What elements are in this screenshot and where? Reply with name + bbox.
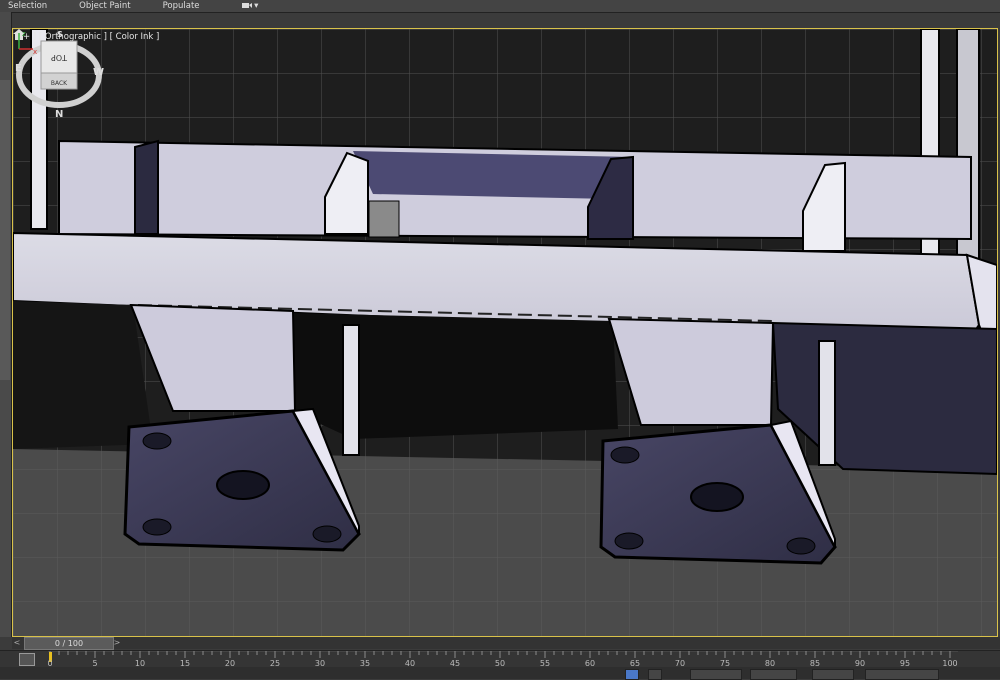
status-bar [0,667,1000,680]
viewcube-top-label: TOP [51,53,68,62]
left-command-strip [0,12,12,637]
compass-east-label: E [15,63,22,74]
time-slider-thumb[interactable]: 0 / 100 [24,637,114,650]
time-prev-button[interactable]: < [12,637,22,649]
dropdown-arrow-icon: ▾ [254,1,259,11]
x-coordinate-field[interactable] [690,669,742,680]
tab-selection[interactable]: Selection [8,1,47,11]
compass-north-label: N [55,109,63,120]
absolute-mode-icon[interactable] [648,669,662,680]
lock-selection-icon[interactable] [625,669,639,680]
ribbon-tabs: Selection Object Paint Populate ▾ [0,0,1000,13]
perspective-viewport[interactable]: [ + ] [ Orthographic ] [ Color Ink ] TOP… [12,28,998,637]
ribbon-options-dropdown[interactable]: ▾ [241,1,259,11]
compass-south-label: S [57,30,63,39]
viewport-scene [13,29,997,636]
track-bar[interactable]: 0 5 10 15 20 25 30 35 40 45 50 55 60 65 70 75 80 85 90 95 10… [0,650,1000,668]
camera-icon [241,3,252,8]
tab-object-paint[interactable]: Object Paint [79,1,130,11]
compass-west-label: W [93,67,104,78]
axis-tripod-icon: z x [18,30,37,55]
axis-x-label: x [33,48,37,55]
viewcube-back-label: BACK [51,80,68,87]
axis-z-label: z [22,30,26,38]
left-panel-scroll[interactable] [0,80,10,380]
time-next-button[interactable]: > [112,637,122,649]
z-coordinate-field[interactable] [812,669,854,680]
tab-populate[interactable]: Populate [163,1,200,11]
curve-editor-icon[interactable] [19,653,35,666]
y-coordinate-field[interactable] [750,669,797,680]
time-slider[interactable]: < 0 / 100 > [12,637,1000,650]
grid-size-field [865,669,939,680]
